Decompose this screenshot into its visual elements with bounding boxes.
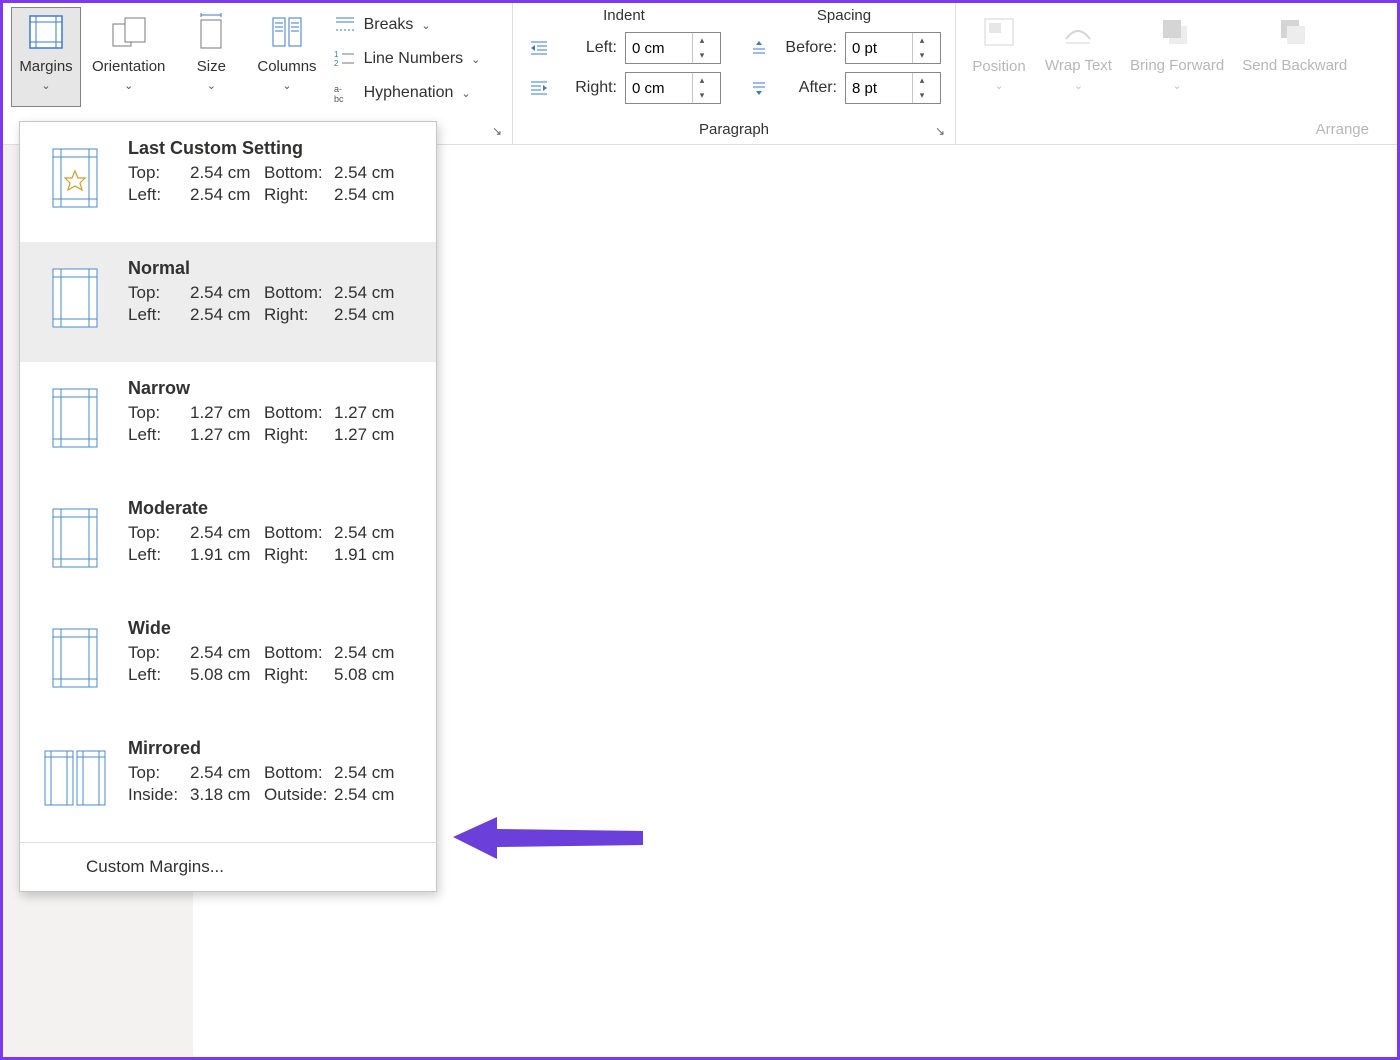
hyphenation-label: Hyphenation: [364, 84, 454, 102]
position-icon: [981, 12, 1017, 52]
breaks-button[interactable]: Breaks ⌄: [328, 9, 485, 41]
paragraph-group-label: Paragraph: [521, 119, 947, 142]
margins-option-icon: [40, 138, 110, 218]
arrange-group: Position ⌄ Wrap Text ⌄ Bring Forward ⌄ S…: [956, 3, 1397, 144]
line-numbers-icon: 12: [332, 49, 358, 69]
spacing-before-icon: [747, 39, 771, 57]
chevron-down-icon: ⌄: [207, 79, 216, 92]
chevron-down-icon: ⌄: [41, 79, 50, 92]
spin-down-icon[interactable]: ▾: [913, 88, 931, 103]
orientation-button[interactable]: Orientation ⌄: [85, 7, 172, 107]
chevron-down-icon: ⌄: [994, 79, 1003, 92]
margins-option-icon: [40, 258, 110, 338]
hyphenation-icon: a-bc: [332, 83, 358, 103]
svg-text:bc: bc: [334, 94, 344, 103]
bring-forward-icon: [1159, 12, 1195, 52]
spin-up-icon[interactable]: ▴: [693, 73, 711, 88]
chevron-down-icon: ⌄: [124, 79, 133, 92]
line-numbers-button[interactable]: 12 Line Numbers ⌄: [328, 43, 485, 75]
margins-icon: [26, 12, 66, 52]
orientation-icon: [109, 12, 149, 52]
breaks-icon: [332, 15, 358, 35]
spin-down-icon[interactable]: ▾: [913, 48, 931, 63]
option-title: Mirrored: [128, 738, 422, 759]
chevron-down-icon: ⌄: [471, 53, 480, 66]
indent-left-icon: [527, 40, 551, 56]
margins-option[interactable]: NarrowTop:1.27 cmBottom:1.27 cmLeft:1.27…: [20, 362, 436, 482]
indent-right-icon: [527, 80, 551, 96]
size-button[interactable]: Size ⌄: [176, 7, 246, 107]
columns-icon: [268, 12, 306, 52]
spacing-after-input[interactable]: ▴▾: [845, 72, 941, 104]
spin-down-icon[interactable]: ▾: [693, 88, 711, 103]
margins-option-icon: [40, 498, 110, 578]
option-title: Last Custom Setting: [128, 138, 422, 159]
left-label: Left:: [559, 39, 617, 57]
line-numbers-label: Line Numbers: [364, 50, 464, 68]
indent-right-input[interactable]: ▴▾: [625, 72, 721, 104]
spacing-header: Spacing: [747, 7, 941, 24]
margins-label: Margins: [19, 58, 72, 75]
indent-left-input[interactable]: ▴▾: [625, 32, 721, 64]
dialog-launcher-icon[interactable]: ↘: [935, 124, 949, 138]
wrap-text-icon: [1060, 12, 1096, 52]
spin-up-icon[interactable]: ▴: [913, 33, 931, 48]
send-backward-icon: [1277, 12, 1313, 52]
dialog-launcher-icon[interactable]: ↘: [492, 124, 506, 138]
size-icon: [193, 12, 229, 52]
position-button[interactable]: Position ⌄: [964, 7, 1034, 107]
margins-button[interactable]: Margins ⌄: [11, 7, 81, 107]
margins-option[interactable]: ModerateTop:2.54 cmBottom:2.54 cmLeft:1.…: [20, 482, 436, 602]
option-title: Narrow: [128, 378, 422, 399]
breaks-label: Breaks: [364, 16, 414, 34]
margins-option[interactable]: WideTop:2.54 cmBottom:2.54 cmLeft:5.08 c…: [20, 602, 436, 722]
chevron-down-icon: ⌄: [421, 19, 430, 32]
svg-text:a-: a-: [334, 84, 342, 94]
spin-up-icon[interactable]: ▴: [913, 73, 931, 88]
spacing-before-input[interactable]: ▴▾: [845, 32, 941, 64]
margins-dropdown: Last Custom SettingTop:2.54 cmBottom:2.5…: [19, 121, 437, 892]
margins-option-icon: [40, 618, 110, 698]
svg-text:1: 1: [334, 50, 339, 59]
right-label: Right:: [559, 79, 617, 97]
orientation-label: Orientation: [92, 58, 165, 75]
chevron-down-icon: ⌄: [461, 87, 470, 100]
columns-label: Columns: [257, 58, 316, 75]
custom-margins-button[interactable]: Custom Margins...: [20, 843, 436, 891]
annotation-arrow-icon: [453, 809, 653, 873]
margins-option[interactable]: NormalTop:2.54 cmBottom:2.54 cmLeft:2.54…: [20, 242, 436, 362]
columns-button[interactable]: Columns ⌄: [250, 7, 323, 107]
bring-forward-button[interactable]: Bring Forward ⌄: [1123, 7, 1231, 107]
option-title: Normal: [128, 258, 422, 279]
margins-option-icon: [40, 378, 110, 458]
paragraph-group: Indent Left: ▴▾ Right: ▴▾: [513, 3, 956, 144]
indent-header: Indent: [527, 7, 721, 24]
spin-up-icon[interactable]: ▴: [693, 33, 711, 48]
spin-down-icon[interactable]: ▾: [693, 48, 711, 63]
chevron-down-icon: ⌄: [1074, 79, 1083, 92]
chevron-down-icon: ⌄: [282, 79, 291, 92]
svg-text:2: 2: [334, 59, 339, 68]
size-label: Size: [197, 58, 226, 75]
margins-option[interactable]: Last Custom SettingTop:2.54 cmBottom:2.5…: [20, 122, 436, 242]
before-label: Before:: [779, 39, 837, 57]
margins-option[interactable]: MirroredTop:2.54 cmBottom:2.54 cmInside:…: [20, 722, 436, 842]
after-label: After:: [779, 79, 837, 97]
margins-option-icon: [40, 738, 110, 818]
option-title: Moderate: [128, 498, 422, 519]
hyphenation-button[interactable]: a-bc Hyphenation ⌄: [328, 77, 485, 109]
wrap-text-button[interactable]: Wrap Text ⌄: [1038, 7, 1119, 107]
option-title: Wide: [128, 618, 422, 639]
chevron-down-icon: ⌄: [1172, 79, 1181, 92]
arrange-group-label: Arrange: [964, 119, 1389, 142]
spacing-after-icon: [747, 79, 771, 97]
send-backward-button[interactable]: Send Backward: [1235, 7, 1354, 107]
